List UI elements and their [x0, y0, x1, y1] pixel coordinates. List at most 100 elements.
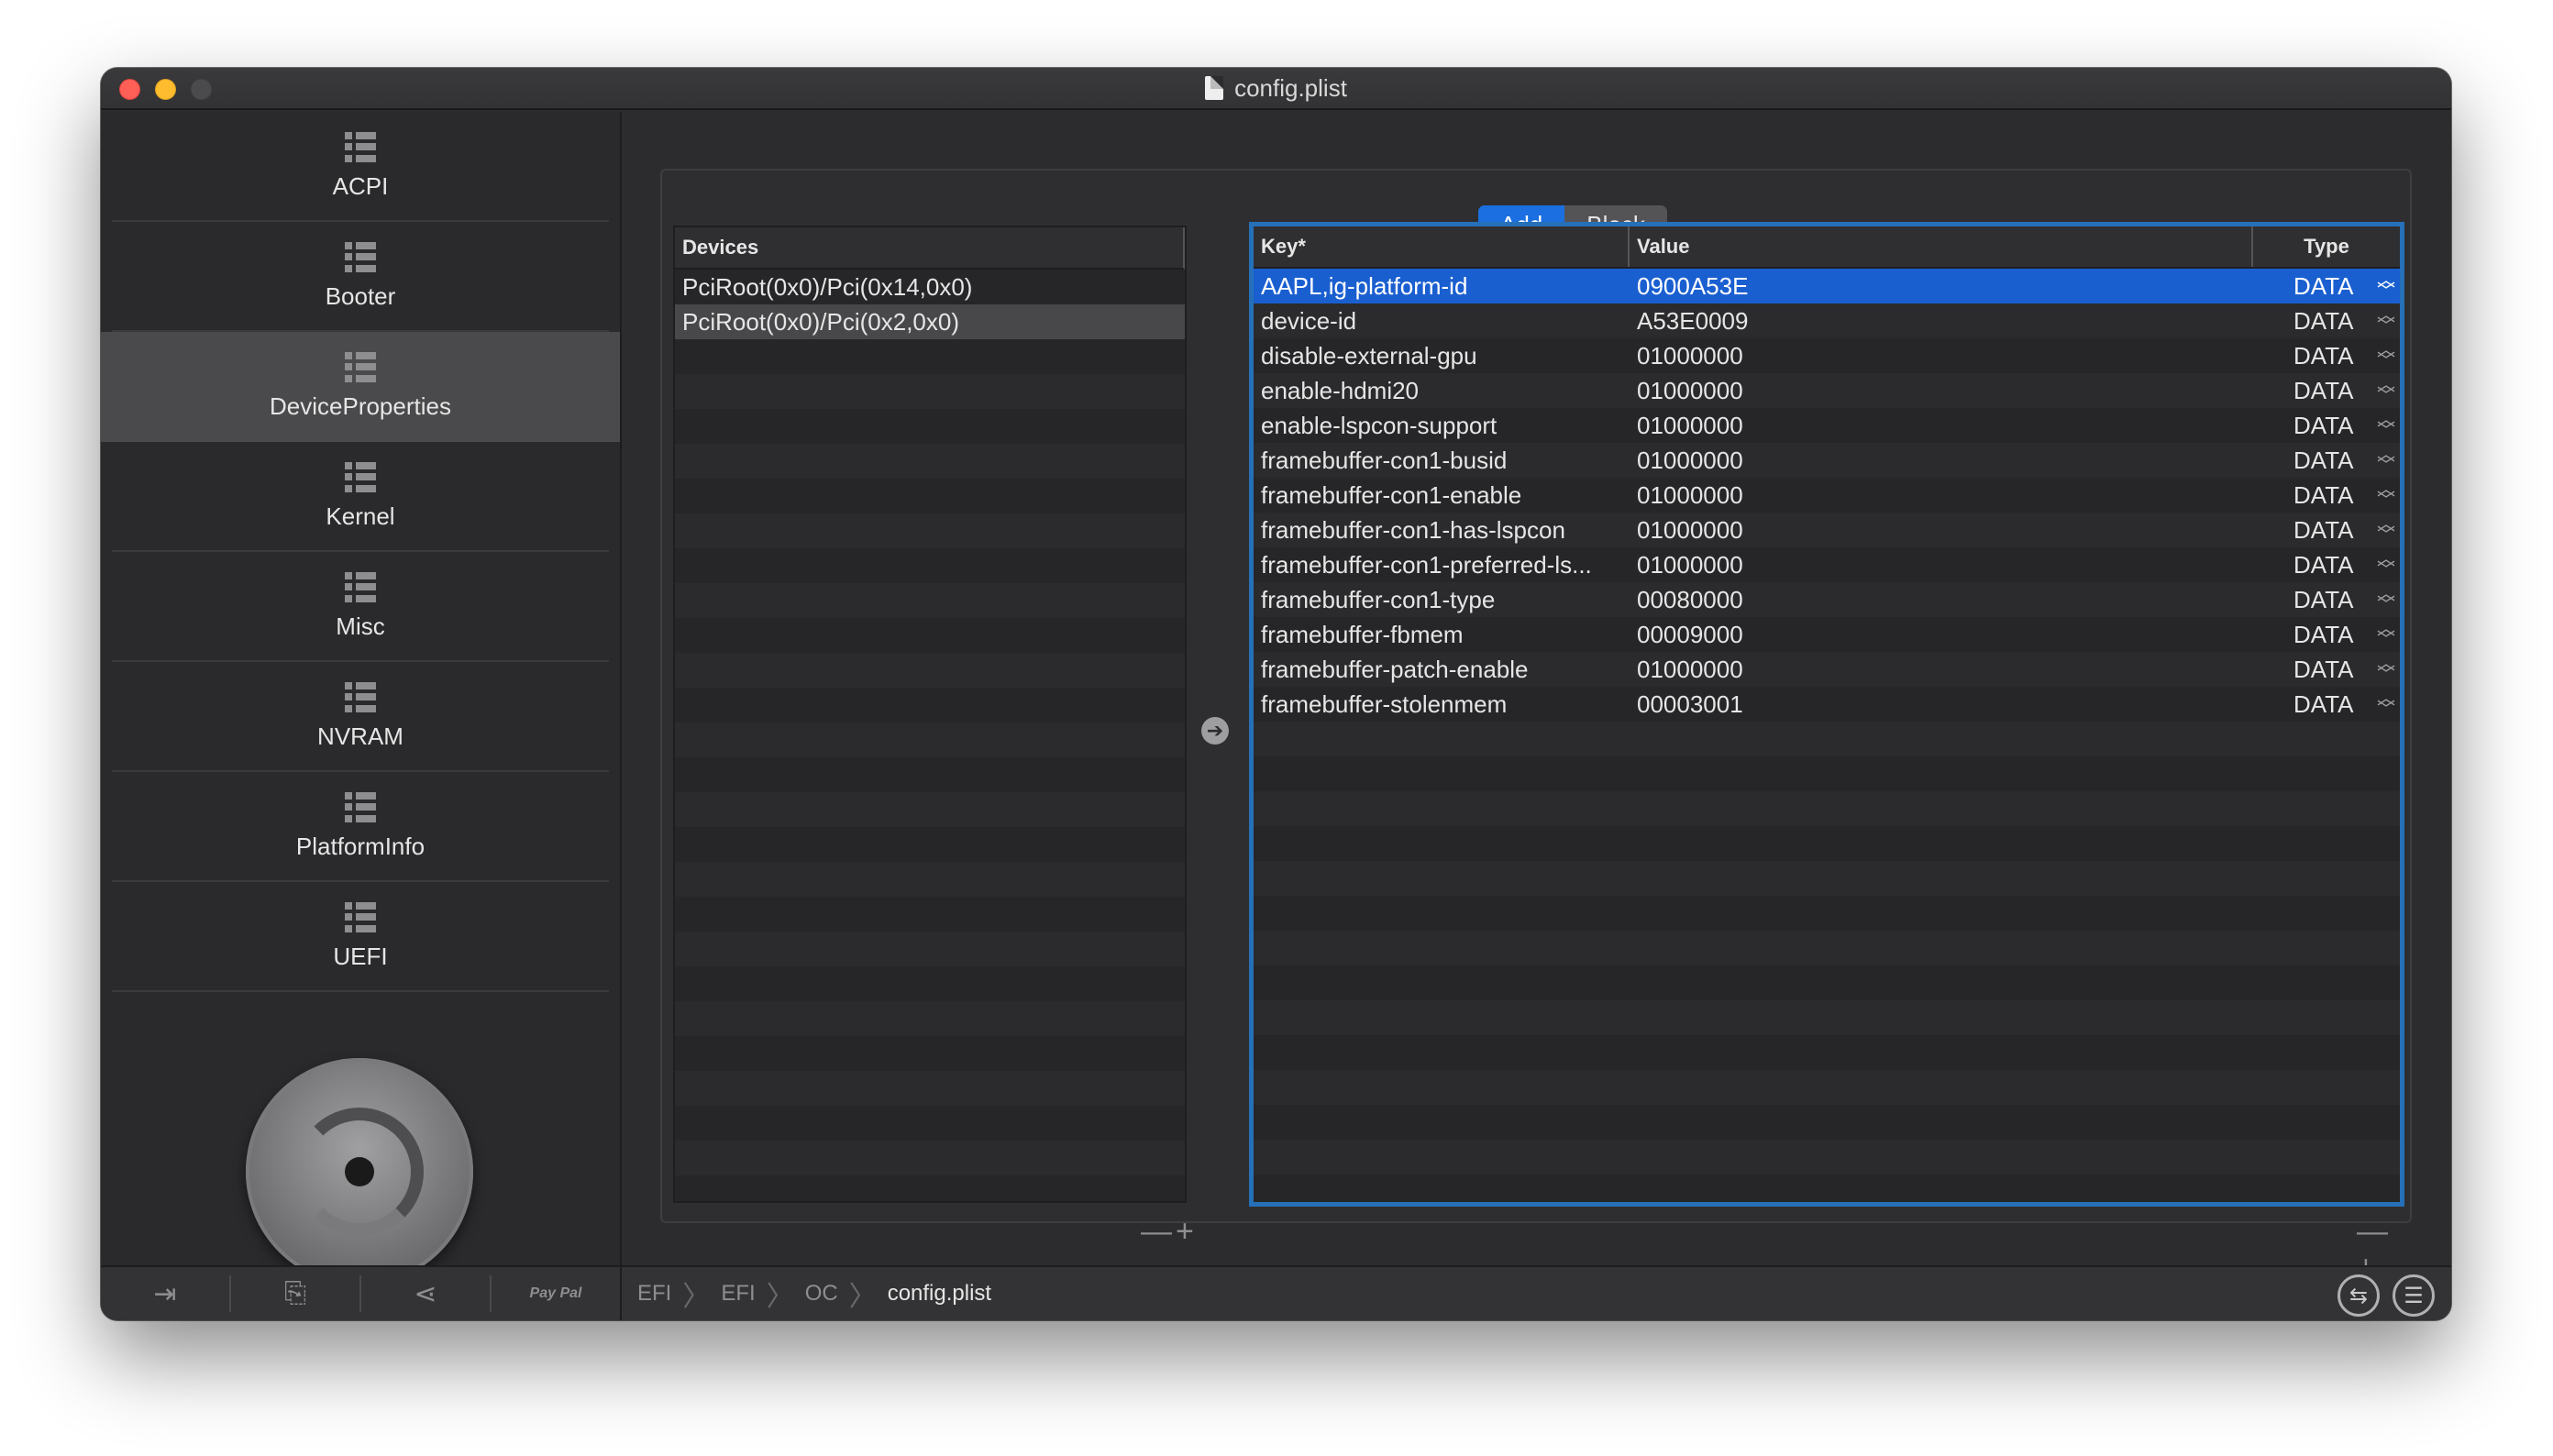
app-window: config.plist ACPI Booter DevicePropertie…: [101, 68, 2451, 1320]
key-cell[interactable]: framebuffer-con1-type: [1254, 586, 1630, 614]
type-cell: DATA: [2293, 376, 2354, 404]
table-header: Key* Value Type: [1254, 226, 2400, 269]
list-icon: [345, 681, 376, 713]
list-menu-icon[interactable]: ☰: [2393, 1274, 2435, 1317]
minimize-window-button[interactable]: [155, 79, 176, 100]
type-stepper-icon[interactable]: ︿ ﹀: [2372, 480, 2400, 510]
key-cell[interactable]: disable-external-gpu: [1254, 342, 1630, 370]
share-icon[interactable]: ⋖: [361, 1275, 492, 1312]
key-cell[interactable]: AAPL,ig-platform-id: [1254, 272, 1630, 301]
sidebar-item-acpi[interactable]: ACPI: [112, 112, 609, 222]
title-bar: config.plist: [101, 68, 2451, 110]
value-cell[interactable]: 01000000: [1630, 412, 2253, 440]
value-cell[interactable]: 01000000: [1630, 516, 2253, 545]
value-cell[interactable]: 01000000: [1630, 551, 2253, 579]
sidebar-item-nvram[interactable]: NVRAM: [112, 662, 609, 772]
table-row[interactable]: disable-external-gpu 01000000 DATA ︿ ﹀: [1254, 338, 2400, 373]
table-row[interactable]: framebuffer-stolenmem 00003001 DATA ︿ ﹀: [1254, 687, 2400, 722]
type-stepper-icon[interactable]: ︿ ﹀: [2372, 585, 2400, 614]
key-cell[interactable]: framebuffer-con1-busid: [1254, 447, 1630, 475]
key-cell[interactable]: device-id: [1254, 307, 1630, 336]
key-cell[interactable]: enable-lspcon-support: [1254, 412, 1630, 440]
paypal-icon[interactable]: Pay Pal: [492, 1275, 620, 1312]
value-cell[interactable]: 00009000: [1630, 621, 2253, 649]
window-controls: [119, 79, 212, 100]
import-icon[interactable]: ⇥: [101, 1275, 231, 1312]
table-row[interactable]: framebuffer-con1-has-lspcon 01000000 DATA ︿…: [1254, 513, 2400, 547]
type-stepper-icon[interactable]: ︿ ﹀: [2372, 341, 2400, 370]
table-row-selected[interactable]: AAPL,ig-platform-id 0900A53E DATA ︿ ﹀: [1254, 269, 2400, 303]
key-cell[interactable]: framebuffer-fbmem: [1254, 621, 1630, 649]
table-row[interactable]: framebuffer-patch-enable 01000000 DATA ︿ ﹀: [1254, 652, 2400, 687]
table-row[interactable]: framebuffer-con1-type 00080000 DATA ︿ ﹀: [1254, 582, 2400, 617]
key-cell[interactable]: framebuffer-con1-enable: [1254, 481, 1630, 510]
sidebar-item-label: ACPI: [332, 171, 389, 200]
sidebar-item-booter[interactable]: Booter: [112, 222, 609, 332]
type-stepper-icon[interactable]: ︿ ﹀: [2372, 446, 2400, 475]
type-stepper-icon[interactable]: ︿ ﹀: [2372, 655, 2400, 684]
breadcrumb-item[interactable]: EFI: [721, 1281, 755, 1307]
sidebar-item-label: Booter: [325, 281, 396, 310]
close-window-button[interactable]: [119, 79, 140, 100]
chevron-right-icon: 〉: [682, 1282, 711, 1312]
arrow-right-icon[interactable]: ➔: [1201, 717, 1229, 745]
value-cell[interactable]: 01000000: [1630, 377, 2253, 405]
table-row[interactable]: framebuffer-con1-preferred-ls... 01000000…: [1254, 547, 2400, 582]
table-row[interactable]: framebuffer-fbmem 00009000 DATA ︿ ﹀: [1254, 617, 2400, 652]
breadcrumb-current[interactable]: config.plist: [888, 1281, 991, 1307]
column-header-key[interactable]: Key*: [1254, 226, 1630, 267]
column-header-type[interactable]: Type: [2253, 235, 2400, 259]
table-row[interactable]: framebuffer-con1-enable 01000000 DATA ︿ ﹀: [1254, 478, 2400, 513]
type-stepper-icon[interactable]: ︿ ﹀: [2372, 550, 2400, 579]
breadcrumb-item[interactable]: OC: [805, 1281, 838, 1307]
type-stepper-icon[interactable]: ︿ ﹀: [2372, 376, 2400, 405]
key-cell[interactable]: framebuffer-stolenmem: [1254, 690, 1630, 719]
devices-column-header[interactable]: Devices: [675, 227, 1185, 270]
table-row[interactable]: enable-hdmi20 01000000 DATA ︿ ﹀: [1254, 373, 2400, 408]
type-cell: DATA: [2293, 446, 2354, 474]
type-stepper-icon[interactable]: ︿ ﹀: [2372, 306, 2400, 336]
value-cell[interactable]: A53E0009: [1630, 307, 2253, 336]
export-icon[interactable]: ⎘: [231, 1275, 361, 1312]
value-cell[interactable]: 01000000: [1630, 447, 2253, 475]
sidebar-item-platforminfo[interactable]: PlatformInfo: [112, 772, 609, 882]
type-stepper-icon[interactable]: ︿ ﹀: [2372, 411, 2400, 440]
key-cell[interactable]: enable-hdmi20: [1254, 377, 1630, 405]
key-cell[interactable]: framebuffer-con1-preferred-ls...: [1254, 551, 1630, 579]
sidebar-item-label: Kernel: [326, 502, 395, 530]
sidebar-item-kernel[interactable]: Kernel: [112, 442, 609, 552]
value-cell[interactable]: 00003001: [1630, 690, 2253, 719]
type-stepper-icon[interactable]: ︿ ﹀: [2372, 620, 2400, 649]
devices-add-remove-buttons[interactable]: —+: [1141, 1214, 1198, 1250]
sidebar-item-deviceproperties[interactable]: DeviceProperties: [101, 332, 620, 442]
type-cell: DATA: [2293, 515, 2354, 544]
type-stepper-icon[interactable]: ︿ ﹀: [2372, 271, 2400, 301]
sidebar-item-uefi[interactable]: UEFI: [112, 882, 609, 992]
list-icon: [345, 571, 376, 603]
device-row[interactable]: PciRoot(0x0)/Pci(0x14,0x0): [675, 270, 1185, 304]
table-row[interactable]: device-id A53E0009 DATA ︿ ﹀: [1254, 303, 2400, 338]
key-cell[interactable]: framebuffer-patch-enable: [1254, 656, 1630, 684]
type-stepper-icon[interactable]: ︿ ﹀: [2372, 689, 2400, 719]
type-cell: DATA: [2293, 585, 2354, 613]
sidebar-item-misc[interactable]: Misc: [112, 552, 609, 662]
window-title-text: config.plist: [1234, 73, 1347, 102]
maximize-window-button[interactable]: [191, 79, 212, 100]
type-stepper-icon[interactable]: ︿ ﹀: [2372, 515, 2400, 545]
breadcrumb: EFI 〉 EFI 〉 OC 〉 config.plist: [637, 1267, 991, 1320]
value-cell[interactable]: 00080000: [1630, 586, 2253, 614]
value-cell[interactable]: 01000000: [1630, 342, 2253, 370]
swap-arrows-icon[interactable]: ⇆: [2337, 1274, 2380, 1317]
breadcrumb-item[interactable]: EFI: [637, 1281, 671, 1307]
value-cell[interactable]: 01000000: [1630, 656, 2253, 684]
value-cell[interactable]: 01000000: [1630, 481, 2253, 510]
column-header-value[interactable]: Value: [1630, 226, 2253, 267]
value-cell[interactable]: 0900A53E: [1630, 272, 2253, 301]
table-row[interactable]: enable-lspcon-support 01000000 DATA ︿ ﹀: [1254, 408, 2400, 443]
type-cell: DATA: [2293, 689, 2354, 718]
chevron-right-icon: 〉: [766, 1282, 794, 1312]
table-row[interactable]: framebuffer-con1-busid 01000000 DATA ︿ ﹀: [1254, 443, 2400, 478]
device-row-selected[interactable]: PciRoot(0x0)/Pci(0x2,0x0): [675, 304, 1185, 339]
key-cell[interactable]: framebuffer-con1-has-lspcon: [1254, 516, 1630, 545]
window-title: config.plist: [1205, 74, 1347, 103]
